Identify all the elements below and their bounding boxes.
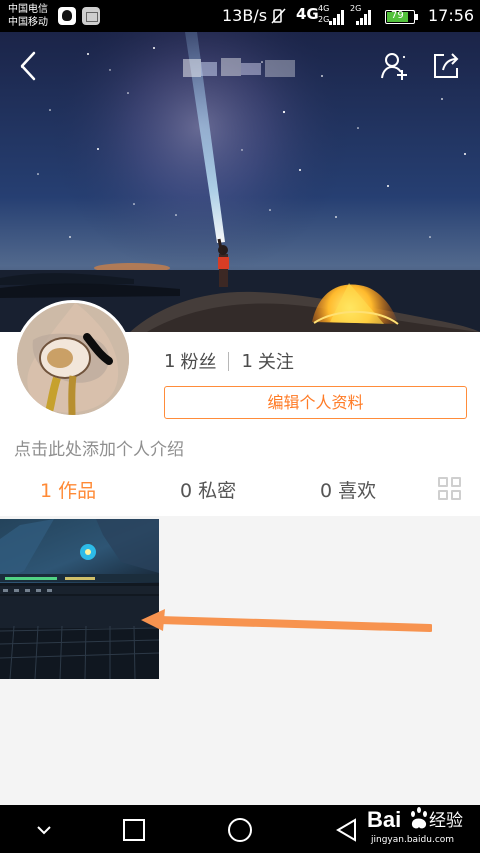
signal-small-top-label: 4G (318, 4, 330, 13)
video-thumbnail[interactable] (0, 519, 159, 679)
signal-4g-label: 4G (296, 5, 319, 23)
tab-works[interactable]: 1 作品 (40, 476, 96, 503)
following-count[interactable]: 1 (241, 351, 252, 372)
clock-time: 17:56 (428, 6, 475, 25)
tab-private[interactable]: 0 私密 (180, 476, 236, 503)
back-triangle-icon[interactable] (333, 816, 361, 844)
carrier-top: 中国电信 (8, 4, 48, 15)
works-content-area (0, 516, 480, 805)
avatar-photo (17, 303, 129, 415)
followers-label[interactable]: 粉丝 (180, 348, 216, 374)
blurred-username-title (183, 58, 295, 77)
chevron-left-icon[interactable] (14, 50, 42, 82)
edit-profile-button[interactable]: 编辑个人资料 (164, 386, 467, 419)
svg-text:Bai: Bai (367, 807, 401, 832)
video-thumbnail-art (0, 519, 159, 679)
recent-apps-icon[interactable] (120, 816, 148, 844)
qq-notification-icon (58, 7, 76, 25)
baidu-jingyan-watermark: Bai 经验 jingyan.baidu.com (366, 802, 472, 848)
share-icon[interactable] (430, 50, 462, 82)
gallery-notification-icon (82, 7, 100, 25)
signal-small-bottom-label: 2G (318, 15, 330, 24)
silent-vibrate-icon (271, 8, 286, 24)
avatar[interactable] (14, 300, 132, 418)
following-label[interactable]: 关注 (258, 348, 294, 374)
signal-bars-primary-icon (329, 9, 345, 25)
stats-divider (228, 351, 230, 371)
chevron-down-icon[interactable] (30, 816, 58, 844)
app-screen: 中国电信 中国移动 13B/s 4G 4G 2G 2G 79 17:56 1 粉… (0, 0, 480, 853)
status-bar: 中国电信 中国移动 13B/s 4G 4G 2G 2G 79 17:56 (0, 0, 480, 32)
carrier-info: 中国电信 中国移动 (8, 3, 48, 29)
signal-bars-secondary-icon (356, 9, 372, 25)
content-tabs: 1 作品 0 私密 0 喜欢 (0, 466, 480, 516)
tab-likes[interactable]: 0 喜欢 (320, 476, 376, 503)
svg-text:经验: 经验 (429, 811, 463, 831)
profile-intro-placeholder[interactable]: 点击此处添加个人介绍 (14, 435, 184, 460)
home-icon[interactable] (226, 816, 254, 844)
follow-stats: 1 粉丝 1 关注 (164, 348, 294, 374)
orange-arrow-annotation (141, 609, 432, 632)
watermark-url: jingyan.baidu.com (371, 835, 455, 845)
battery-icon: 79 (385, 10, 418, 24)
add-user-icon[interactable] (378, 50, 410, 82)
network-speed: 13B/s (222, 6, 268, 25)
baidu-jingyan-logo-icon: Bai 经验 (367, 807, 463, 832)
grid-icon[interactable] (438, 477, 462, 501)
carrier-bottom: 中国移动 (8, 17, 48, 28)
followers-count[interactable]: 1 (164, 351, 175, 372)
battery-percent: 79 (391, 10, 404, 21)
